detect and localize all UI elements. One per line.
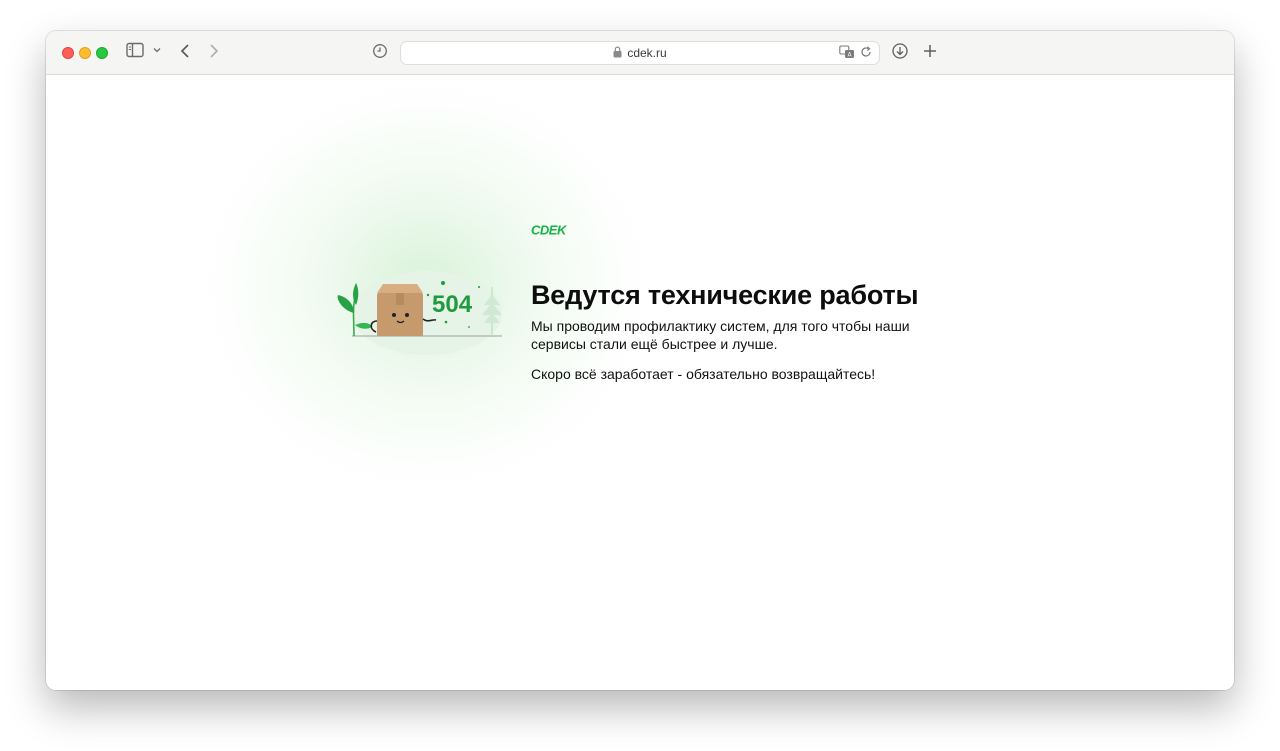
sidebar-toggle-button[interactable]	[126, 42, 144, 58]
url-text: cdek.ru	[627, 46, 667, 60]
return-message: Скоро всё заработает - обязательно возвр…	[531, 366, 876, 382]
chevron-right-icon	[207, 42, 221, 60]
close-window-button[interactable]	[62, 47, 74, 59]
plus-icon	[922, 42, 938, 60]
maximize-window-button[interactable]	[96, 47, 108, 59]
forward-button[interactable]	[207, 42, 221, 60]
new-tab-button[interactable]	[922, 42, 938, 60]
clock-icon	[372, 42, 388, 60]
reload-icon[interactable]	[859, 45, 873, 64]
address-bar[interactable]: cdek.ru A	[400, 41, 880, 65]
main-content: CDEK Ведутся технические работы Мы прово…	[531, 223, 951, 383]
cdek-logo[interactable]: CDEK	[531, 223, 951, 239]
page-viewport: 504 CDEK Ведутся технические работы Мы п…	[46, 75, 1234, 690]
chevron-down-icon	[152, 45, 162, 55]
error-code: 504	[432, 291, 473, 318]
chevron-left-icon	[178, 42, 192, 60]
sidebar-menu-button[interactable]	[152, 45, 162, 55]
page-title: Ведутся технические работы	[531, 280, 919, 310]
translate-icon[interactable]: A	[839, 45, 855, 64]
sidebar-icon	[126, 42, 144, 58]
minimize-window-button[interactable]	[79, 47, 91, 59]
download-icon	[891, 42, 909, 60]
downloads-button[interactable]	[891, 42, 909, 60]
maintenance-illustration: 504	[332, 235, 512, 355]
description-paragraph: Мы проводим профилактику систем, для тог…	[531, 318, 910, 352]
lock-icon	[613, 46, 622, 61]
browser-window: cdek.ru A 504 CDEK Ведутся технические р…	[46, 31, 1234, 690]
svg-text:CDEK: CDEK	[531, 223, 568, 237]
history-button[interactable]	[372, 42, 388, 60]
browser-toolbar: cdek.ru A	[46, 31, 1234, 75]
back-button[interactable]	[178, 42, 192, 60]
